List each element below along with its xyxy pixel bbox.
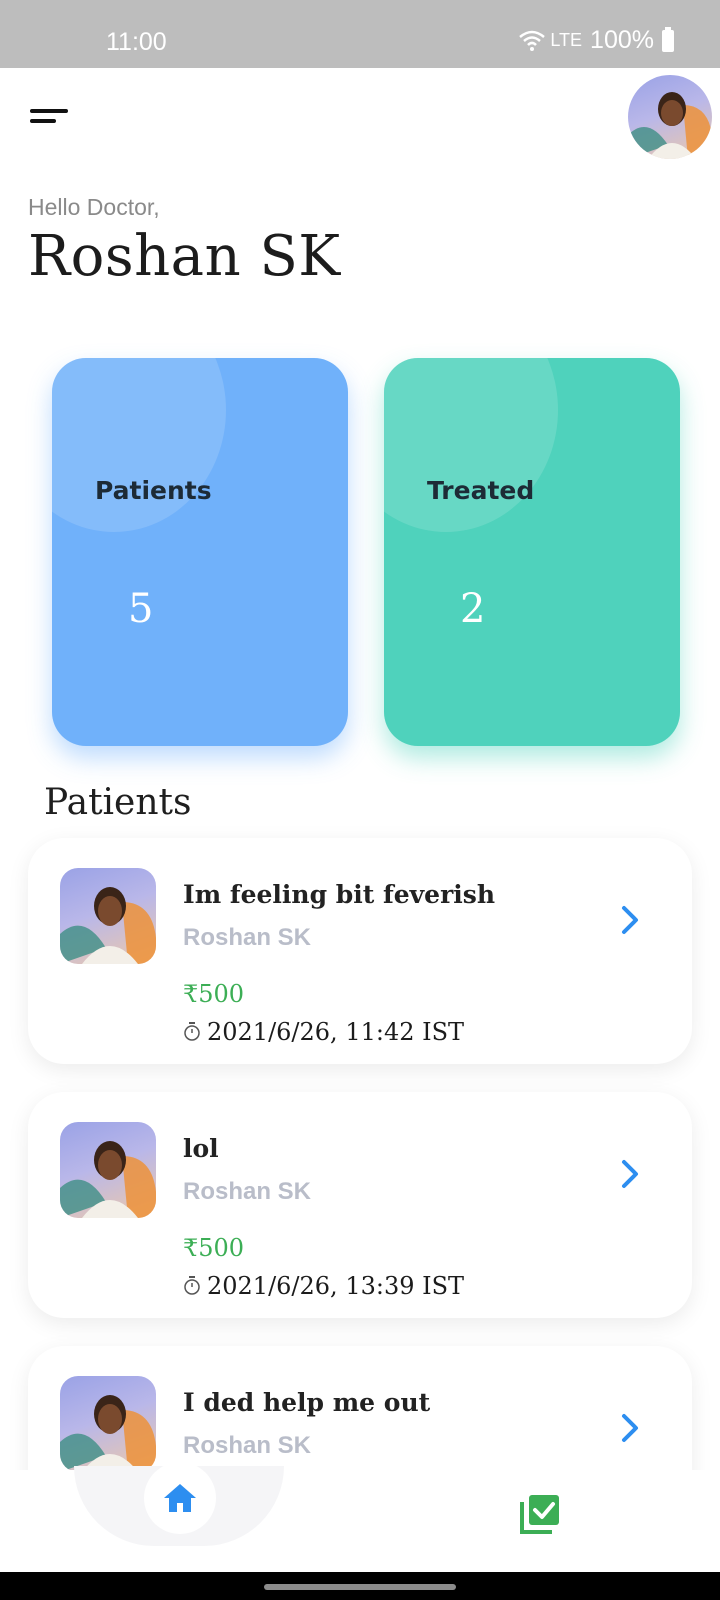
stat-value: 2	[460, 586, 486, 632]
avatar-photo-icon	[60, 1141, 156, 1218]
patient-time-text: 2021/6/26, 11:42 IST	[207, 1018, 465, 1046]
stat-label: Treated	[427, 476, 535, 505]
avatar-photo-icon	[60, 887, 156, 964]
network-label: LTE	[550, 30, 583, 50]
patient-avatar	[60, 1376, 156, 1472]
home-nav-button[interactable]	[144, 1462, 216, 1534]
patient-price: ₹500	[183, 1234, 245, 1262]
menu-icon-line-bottom	[30, 119, 56, 123]
battery-percent: 100%	[590, 26, 654, 54]
wifi-icon	[519, 30, 546, 51]
section-title: Patients	[44, 782, 192, 823]
stat-value: 5	[128, 586, 154, 632]
patient-title: Im feeling bit feverish	[183, 880, 496, 909]
patient-name: Roshan SK	[183, 924, 312, 951]
patient-avatar	[60, 868, 156, 964]
battery-icon	[662, 26, 674, 52]
patient-time: 2021/6/26, 11:42 IST	[183, 1018, 464, 1046]
menu-button[interactable]	[30, 104, 70, 126]
checklist-icon	[520, 1495, 559, 1534]
avatar-photo-icon	[60, 1395, 156, 1472]
patients-stat-card[interactable]: Patients 5	[52, 358, 348, 746]
patient-name: Roshan SK	[183, 1178, 312, 1205]
patient-title: lol	[183, 1134, 219, 1163]
status-indicators: LTE 100%	[518, 26, 674, 55]
patient-price: ₹500	[183, 980, 245, 1008]
patient-title: I ded help me out	[183, 1388, 431, 1417]
patient-card[interactable]: Im feeling bit feverish Roshan SK ₹500 2…	[28, 838, 692, 1064]
patient-time: 2021/6/26, 13:39 IST	[183, 1272, 464, 1300]
chevron-right-icon[interactable]	[616, 1156, 644, 1192]
stat-label: Patients	[95, 476, 212, 505]
status-time: 11:00	[106, 28, 167, 56]
timer-icon	[184, 1276, 200, 1295]
timer-icon	[184, 1022, 200, 1041]
menu-icon-line-top	[30, 109, 68, 113]
avatar-photo-icon	[628, 92, 712, 159]
treated-stat-card[interactable]: Treated 2	[384, 358, 680, 746]
home-icon	[164, 1484, 196, 1512]
system-nav-bar	[0, 1572, 720, 1600]
bottom-navigation	[0, 1462, 720, 1572]
greeting-text: Hello Doctor,	[28, 194, 160, 220]
status-bar: 11:00 LTE 100%	[0, 0, 720, 68]
decor-circle	[52, 358, 226, 532]
patient-avatar	[60, 1122, 156, 1218]
home-indicator[interactable]	[264, 1584, 456, 1590]
chevron-right-icon[interactable]	[616, 902, 644, 938]
treated-nav-button[interactable]	[518, 1492, 562, 1536]
profile-avatar[interactable]	[628, 75, 712, 159]
patient-name: Roshan SK	[183, 1432, 312, 1459]
chevron-right-icon[interactable]	[616, 1410, 644, 1446]
doctor-name: Roshan SK	[28, 224, 341, 289]
decor-circle	[384, 358, 558, 532]
patient-time-text: 2021/6/26, 13:39 IST	[207, 1272, 465, 1300]
patient-card[interactable]: lol Roshan SK ₹500 2021/6/26, 13:39 IST	[28, 1092, 692, 1318]
